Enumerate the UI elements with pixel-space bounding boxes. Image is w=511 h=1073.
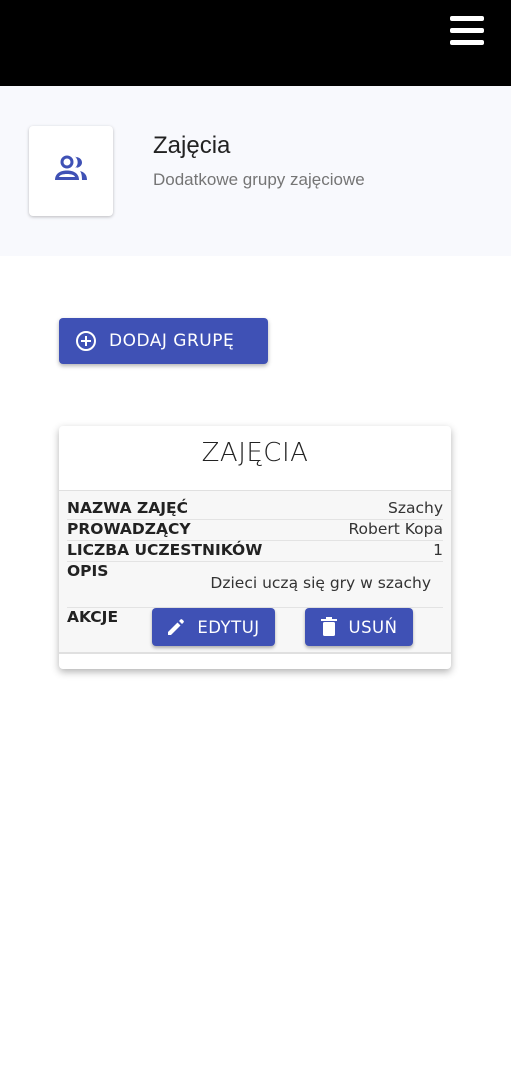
row-label: AKCJE bbox=[67, 608, 119, 626]
delete-button[interactable]: USUŃ bbox=[305, 608, 413, 646]
top-app-bar bbox=[0, 0, 511, 86]
row-label: NAZWA ZAJĘĆ bbox=[67, 499, 188, 517]
table-row: LICZBA UCZESTNIKÓW 1 bbox=[67, 541, 443, 562]
row-label: PROWADZĄCY bbox=[67, 520, 191, 538]
table-row: OPIS Dzieci uczą się gry w szachy bbox=[67, 562, 443, 608]
row-value: Dzieci uczą się gry w szachy bbox=[210, 574, 431, 592]
add-group-button[interactable]: DODAJ GRUPĘ bbox=[59, 318, 268, 364]
row-value: 1 bbox=[433, 541, 443, 559]
page-title: Zajęcia bbox=[153, 132, 231, 159]
edit-button[interactable]: EDYTUJ bbox=[152, 608, 275, 646]
row-value: Szachy bbox=[388, 499, 443, 517]
row-value: Robert Kopa bbox=[348, 520, 443, 538]
pencil-icon bbox=[167, 618, 185, 636]
table-row: NAZWA ZAJĘĆ Szachy bbox=[67, 499, 443, 520]
row-label: LICZBA UCZESTNIKÓW bbox=[67, 541, 263, 559]
details-table: NAZWA ZAJĘĆ Szachy PROWADZĄCY Robert Kop… bbox=[59, 490, 451, 654]
row-label: OPIS bbox=[67, 562, 109, 580]
edit-label: EDYTUJ bbox=[197, 617, 260, 637]
add-circle-icon bbox=[75, 330, 97, 352]
add-group-label: DODAJ GRUPĘ bbox=[109, 331, 235, 351]
delete-label: USUŃ bbox=[348, 617, 398, 637]
table-row: PROWADZĄCY Robert Kopa bbox=[67, 520, 443, 541]
people-icon bbox=[51, 152, 91, 190]
page-subtitle: Dodatkowe grupy zajęciowe bbox=[153, 170, 365, 189]
header-icon-card bbox=[29, 126, 113, 216]
page-header: Zajęcia Dodatkowe grupy zajęciowe bbox=[0, 86, 511, 256]
trash-icon bbox=[320, 617, 337, 637]
hamburger-menu-icon[interactable] bbox=[450, 16, 484, 46]
class-card: ZAJĘCIA NAZWA ZAJĘĆ Szachy PROWADZĄCY Ro… bbox=[59, 426, 451, 669]
card-title: ZAJĘCIA bbox=[201, 438, 309, 468]
table-row: AKCJE EDYTUJ USUŃ bbox=[67, 608, 443, 654]
